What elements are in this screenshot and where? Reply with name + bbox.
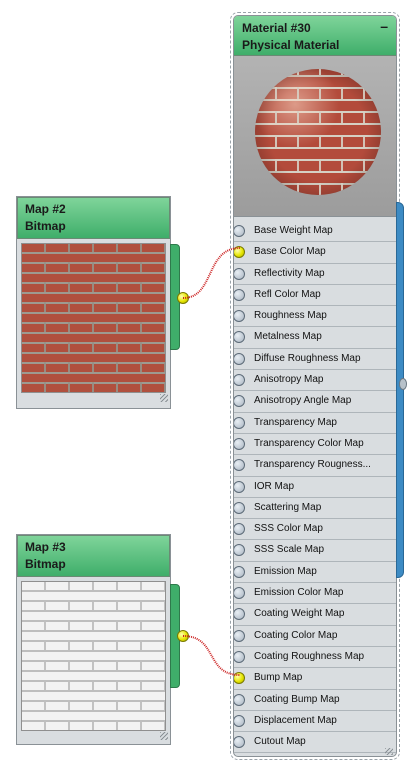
- slot-socket[interactable]: [234, 629, 245, 642]
- slot-socket[interactable]: [234, 501, 245, 514]
- slot-socket[interactable]: [234, 523, 245, 536]
- slot-socket-connected[interactable]: [234, 672, 245, 685]
- slot-label: Coating Bump Map: [254, 693, 340, 705]
- material-slot[interactable]: Diffuse Roughness Map: [234, 349, 396, 371]
- slot-socket[interactable]: [234, 437, 245, 450]
- slot-label: Base Color Map: [254, 246, 326, 258]
- slot-label: Coating Weight Map: [254, 608, 345, 620]
- resize-grip-icon[interactable]: [160, 394, 168, 402]
- slot-socket[interactable]: [234, 416, 245, 429]
- slot-label: Bump Map: [254, 672, 303, 684]
- slot-socket[interactable]: [234, 459, 245, 472]
- slot-socket[interactable]: [234, 608, 245, 621]
- slot-socket-connected[interactable]: [234, 246, 245, 259]
- material-slot[interactable]: Base Weight Map: [234, 221, 396, 243]
- material-slot[interactable]: Coating Bump Map: [234, 690, 396, 711]
- slot-label: Transparency Rougness...: [254, 459, 371, 471]
- slot-label: Displacement Map: [254, 714, 337, 726]
- slot-socket[interactable]: [234, 395, 245, 408]
- white-brick-texture-thumbnail: [21, 581, 166, 731]
- slot-label: IOR Map: [254, 480, 295, 492]
- material-slot[interactable]: Metalness Map: [234, 327, 396, 349]
- material-node-title: Material #30: [242, 21, 311, 35]
- slot-socket[interactable]: [234, 544, 245, 557]
- slot-label: Anisotropy Map: [254, 374, 324, 386]
- slot-label: Emission Map: [254, 565, 317, 577]
- slot-label: Refl Color Map: [254, 288, 321, 300]
- material-slot[interactable]: Bump Map: [234, 668, 396, 690]
- slot-label: Reflectivity Map: [254, 267, 325, 279]
- material-slot[interactable]: Base Color Map: [234, 242, 396, 264]
- material-slot[interactable]: Refl Color Map: [234, 285, 396, 307]
- map-node-3-output-socket[interactable]: [177, 630, 189, 642]
- slot-socket[interactable]: [234, 374, 245, 387]
- material-output-bar[interactable]: [396, 202, 404, 578]
- slot-label: Transparency Color Map: [254, 437, 364, 449]
- slot-label: Diffuse Roughness Map: [254, 352, 361, 364]
- slot-socket[interactable]: [234, 352, 245, 365]
- slot-label: SSS Scale Map: [254, 544, 325, 556]
- map-node-2[interactable]: Map #2 Bitmap: [16, 196, 171, 409]
- material-slot[interactable]: Reflectivity Map: [234, 264, 396, 285]
- resize-grip-icon[interactable]: [160, 732, 168, 740]
- slot-label: Anisotropy Angle Map: [254, 395, 352, 407]
- map-node-2-title: Map #2: [25, 202, 66, 216]
- slot-socket[interactable]: [234, 693, 245, 706]
- collapse-button[interactable]: –: [380, 18, 388, 35]
- material-slot[interactable]: SSS Color Map: [234, 519, 396, 541]
- slot-label: Coating Roughness Map: [254, 650, 365, 662]
- material-slot[interactable]: Transparency Map: [234, 413, 396, 434]
- material-output-socket[interactable]: [399, 378, 407, 390]
- slot-label: Metalness Map: [254, 331, 322, 343]
- material-slot[interactable]: IOR Map: [234, 477, 396, 498]
- slot-label: Cutout Map: [254, 736, 306, 748]
- slot-socket[interactable]: [234, 565, 245, 578]
- material-slot[interactable]: Displacement Map: [234, 711, 396, 733]
- slot-socket[interactable]: [234, 587, 245, 600]
- material-slot[interactable]: Roughness Map: [234, 306, 396, 328]
- map-node-2-header[interactable]: Map #2 Bitmap: [17, 197, 170, 239]
- slot-label: Scattering Map: [254, 501, 322, 513]
- material-slot[interactable]: Transparency Color Map: [234, 434, 396, 456]
- red-brick-texture-thumbnail: [21, 243, 166, 393]
- slot-label: Base Weight Map: [254, 225, 333, 236]
- material-node[interactable]: Material #30 Physical Material – Base We…: [230, 12, 400, 760]
- material-slot[interactable]: Emission Map: [234, 562, 396, 584]
- material-slot[interactable]: Anisotropy Map: [234, 370, 396, 392]
- map-node-3-title: Map #3: [25, 540, 66, 554]
- map-node-3[interactable]: Map #3 Bitmap: [16, 534, 171, 745]
- slot-socket[interactable]: [234, 650, 245, 663]
- material-slot[interactable]: Anisotropy Angle Map: [234, 391, 396, 413]
- brick-sphere-preview: [255, 69, 381, 195]
- material-preview: [234, 56, 396, 217]
- slot-socket[interactable]: [234, 480, 245, 493]
- material-slot[interactable]: Emission Color Map: [234, 583, 396, 605]
- slot-label: Transparency Map: [254, 416, 337, 428]
- slot-socket[interactable]: [234, 736, 245, 749]
- slot-socket[interactable]: [234, 331, 245, 344]
- material-slot[interactable]: Scattering Map: [234, 498, 396, 520]
- material-slot[interactable]: Coating Roughness Map: [234, 647, 396, 669]
- material-slot-list: Base Weight Map Base Color Map Reflectivit…: [234, 221, 396, 754]
- slot-socket[interactable]: [234, 225, 245, 237]
- resize-grip-icon[interactable]: [385, 748, 393, 755]
- slot-socket[interactable]: [234, 267, 245, 280]
- map-node-3-header[interactable]: Map #3 Bitmap: [17, 535, 170, 577]
- slot-label: Coating Color Map: [254, 629, 338, 641]
- slot-socket[interactable]: [234, 310, 245, 323]
- map-node-2-output-socket[interactable]: [177, 292, 189, 304]
- slot-socket[interactable]: [234, 288, 245, 301]
- slot-label: SSS Color Map: [254, 523, 323, 535]
- map-node-2-subtitle: Bitmap: [25, 219, 66, 233]
- slot-socket[interactable]: [234, 714, 245, 727]
- slot-label: Emission Color Map: [254, 587, 344, 599]
- material-slot[interactable]: Transparency Rougness...: [234, 455, 396, 477]
- material-node-subtitle: Physical Material: [242, 38, 340, 52]
- material-node-header[interactable]: Material #30 Physical Material –: [234, 16, 396, 56]
- material-slot[interactable]: Coating Color Map: [234, 626, 396, 647]
- slot-label: Roughness Map: [254, 310, 327, 322]
- material-slot[interactable]: SSS Scale Map: [234, 540, 396, 562]
- map-node-3-subtitle: Bitmap: [25, 557, 66, 571]
- material-slot[interactable]: Coating Weight Map: [234, 604, 396, 626]
